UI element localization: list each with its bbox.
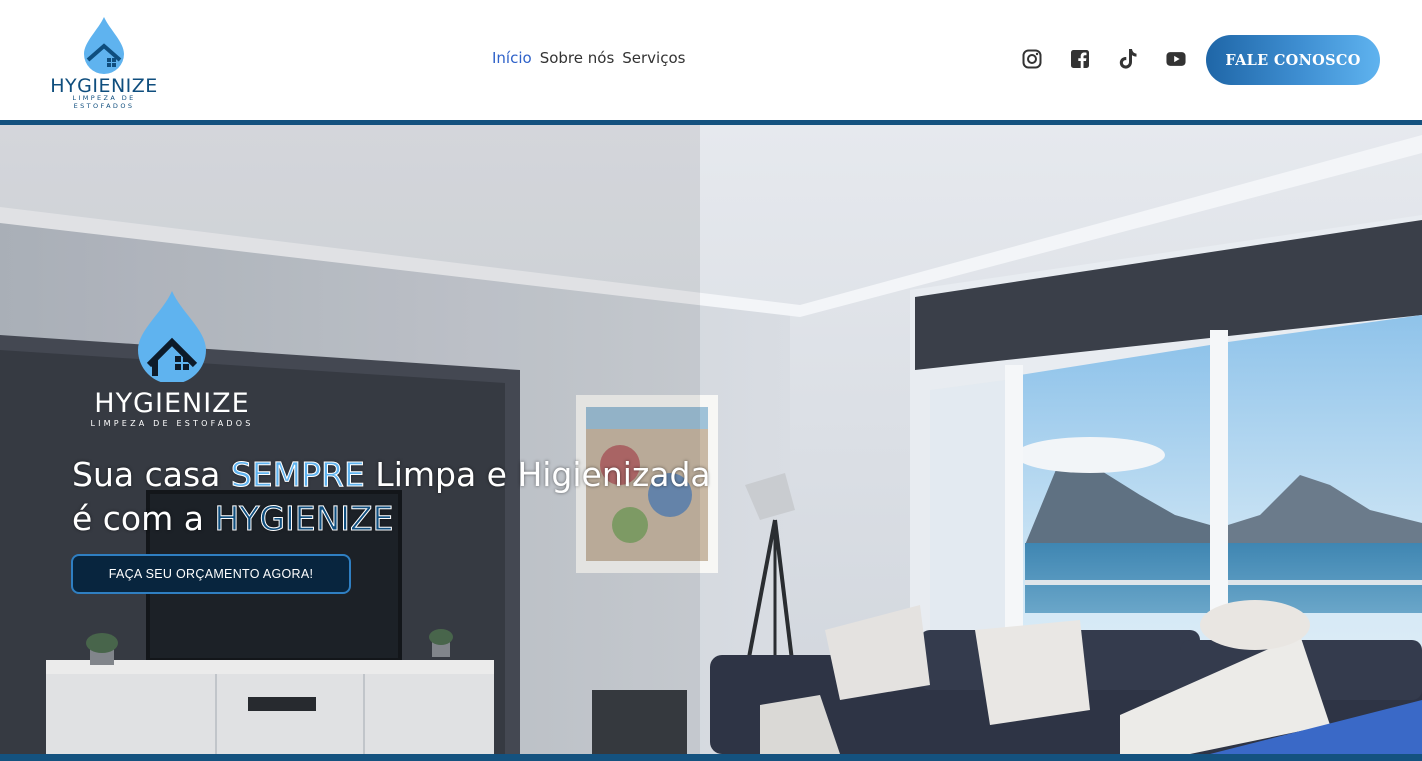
social-links — [1022, 48, 1186, 70]
nav-link-sobre-nos[interactable]: Sobre nós — [540, 49, 615, 67]
water-drop-house-logo-icon — [138, 291, 206, 382]
header-logo[interactable]: HYGIENIZE LIMPEZA DE ESTOFADOS — [44, 16, 164, 110]
headline-highlight-hygienize: HYGIENIZE — [214, 499, 394, 539]
hero-brand-tagline: LIMPEZA DE ESTOFADOS — [90, 419, 254, 428]
headline-text-1: Sua casa — [72, 455, 231, 494]
tiktok-icon[interactable] — [1118, 48, 1138, 70]
living-room-background-image — [0, 125, 1422, 754]
facebook-icon[interactable] — [1070, 48, 1090, 70]
water-drop-house-logo-icon — [84, 17, 124, 74]
nav-link-inicio[interactable]: Início — [492, 49, 532, 67]
contact-us-button[interactable]: FALE CONOSCO — [1206, 35, 1380, 85]
hero-headline: Sua casa SEMPRE Limpa e Higienizada é co… — [72, 453, 712, 541]
site-header: HYGIENIZE LIMPEZA DE ESTOFADOS Início So… — [0, 0, 1422, 120]
header-brand-tagline: LIMPEZA DE ESTOFADOS — [72, 94, 136, 110]
nav-link-servicos[interactable]: Serviços — [622, 49, 685, 67]
hero-section: HYGIENIZE LIMPEZA DE ESTOFADOS Sua casa … — [0, 125, 1422, 754]
youtube-icon[interactable] — [1166, 48, 1186, 70]
main-nav: Início Sobre nós Serviços — [492, 49, 685, 67]
get-quote-button[interactable]: FAÇA SEU ORÇAMENTO AGORA! — [71, 554, 351, 594]
hero-brand-name: HYGIENIZE — [94, 388, 250, 419]
instagram-icon[interactable] — [1022, 48, 1042, 70]
hero-logo: HYGIENIZE LIMPEZA DE ESTOFADOS — [74, 290, 270, 430]
hero-bottom-border — [0, 754, 1422, 761]
headline-highlight-sempre: SEMPRE — [230, 455, 365, 495]
